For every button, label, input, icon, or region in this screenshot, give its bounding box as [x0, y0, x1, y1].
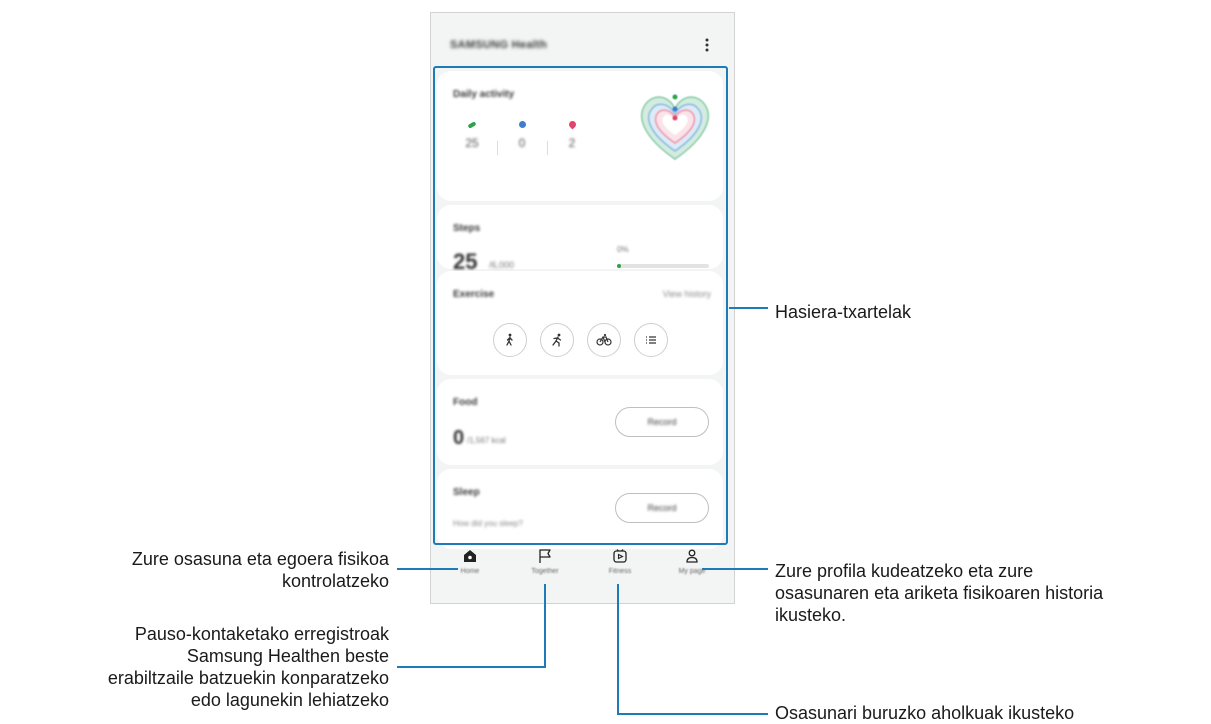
- fitness-callout-line: [617, 584, 768, 715]
- my-page-callout: Zure profila kudeatzeko eta zure osasuna…: [775, 560, 1103, 626]
- home-callout-line-2: kontrolatzeko: [281, 571, 389, 591]
- my-page-callout-line-2: osasunaren eta ariketa fisikoaren histor…: [775, 583, 1104, 603]
- together-callout-line-1: Pauso-kontaketako erregistroak: [134, 624, 389, 644]
- together-callout-line-4: edo lagunekin lehiatzeko: [190, 690, 389, 710]
- home-cards-callout: Hasiera-txartelak: [775, 302, 912, 322]
- home-callout: Zure osasuna eta egoera fisikoa kontrola…: [132, 548, 389, 592]
- my-page-callout-line-1: Zure profila kudeatzeko eta zure: [775, 561, 1034, 581]
- together-callout-line-3: erabiltzaile batzuekin konparatzeko: [107, 668, 389, 688]
- together-callout: Pauso-kontaketako erregistroak Samsung H…: [108, 623, 389, 711]
- together-callout-line-2: Samsung Healthen beste: [186, 646, 389, 666]
- together-callout-line: [397, 584, 546, 668]
- my-page-callout-line-3: ikusteko.: [775, 605, 847, 625]
- fitness-callout: Osasunari buruzko aholkuak ikusteko: [775, 703, 1075, 723]
- home-callout-line-1: Zure osasuna eta egoera fisikoa: [131, 549, 389, 569]
